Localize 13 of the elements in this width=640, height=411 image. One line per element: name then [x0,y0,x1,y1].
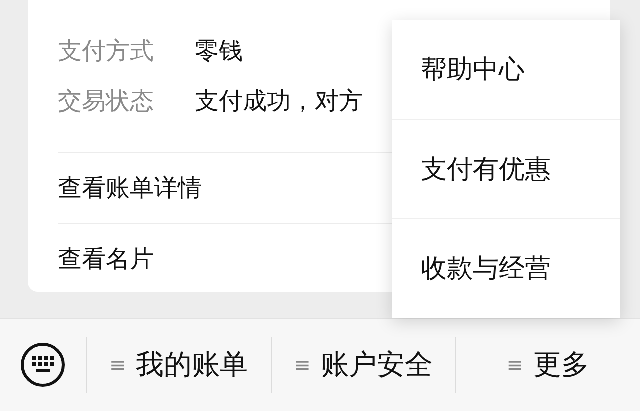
menu-item[interactable]: 帮助中心 [392,20,620,120]
bar-menu-button[interactable]: 更多 [534,346,590,384]
field-label: 交易状态 [58,86,155,117]
menu-icon: ≡ [109,353,126,377]
field-value: 零钱 [195,36,243,67]
menu-icon: ≡ [294,353,311,377]
keyboard-icon[interactable] [20,342,66,388]
field-value: 支付成功，对方 [195,86,363,117]
menu-icon: ≡ [506,353,524,377]
bar-menu-button[interactable]: 账户安全 [320,346,433,384]
menu-item[interactable]: 支付有优惠 [392,120,620,220]
field-label: 支付方式 [58,36,155,67]
bar-menu-button[interactable]: 我的账单 [136,346,248,384]
